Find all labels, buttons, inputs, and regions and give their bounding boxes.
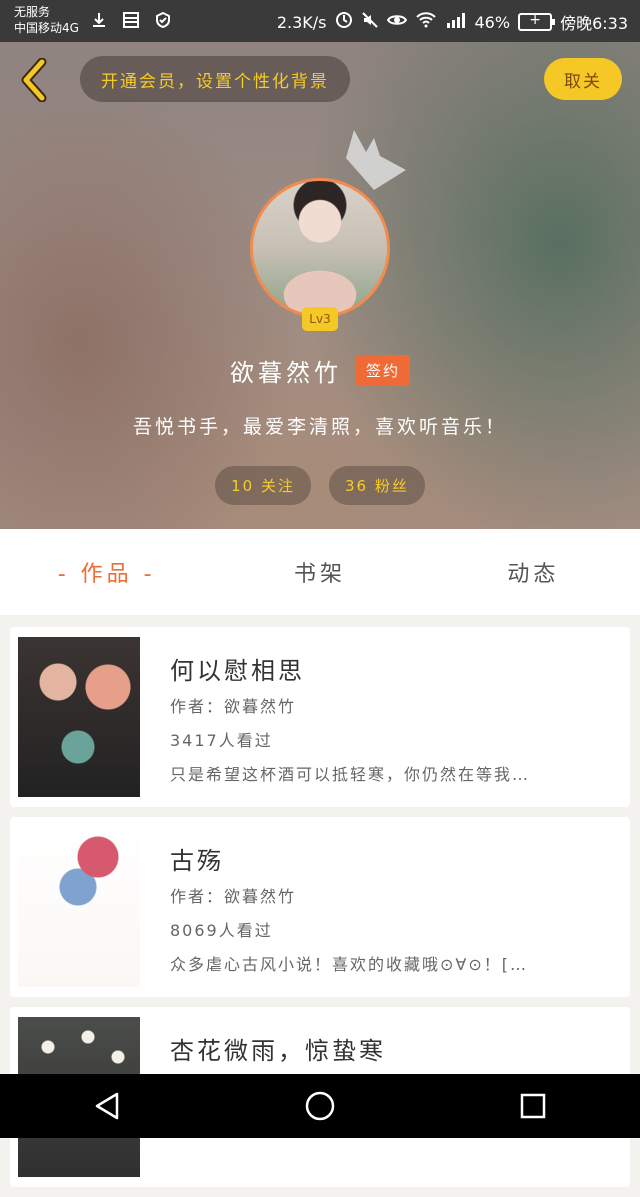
data-saver-icon — [335, 11, 353, 33]
book-cover — [18, 637, 140, 797]
system-nav-bar — [0, 1074, 640, 1138]
chevron-left-icon — [21, 57, 47, 103]
storage-icon — [120, 10, 142, 30]
following-count-button[interactable]: 10 关注 — [215, 466, 311, 505]
work-author: 作者：欲暮然竹 — [170, 697, 297, 716]
tab-works[interactable]: - 作品 - — [0, 529, 213, 615]
work-views: 8069人看过 — [170, 921, 273, 940]
eye-icon — [386, 11, 407, 33]
user-bio: 吾悦书手，最爱李清照，喜欢听音乐！ — [132, 416, 507, 438]
work-views: 3417人看过 — [170, 731, 273, 750]
back-nav-button[interactable] — [87, 1086, 127, 1126]
tab-bookshelf[interactable]: 书架 — [213, 529, 426, 615]
work-title: 何以慰相思 — [170, 657, 305, 685]
mute-icon — [361, 11, 379, 33]
battery-icon: + — [518, 12, 556, 31]
status-bar: 无服务 中国移动4G 2.3K/s 46% + 傍晚6:33 — [0, 0, 640, 42]
profile-header: 开通会员，设置个性化背景 取关 Lv3 欲暮然竹 签约 吾悦书手，最爱李清照，喜… — [0, 42, 640, 529]
wifi-icon — [415, 11, 437, 33]
followers-count-button[interactable]: 36 粉丝 — [329, 466, 425, 505]
work-card[interactable]: 古殇 作者：欲暮然竹 8069人看过 众多虐心古风小说！喜欢的收藏哦⊙∀⊙！[… — [10, 817, 630, 997]
circle-home-icon — [305, 1091, 335, 1121]
triangle-back-icon — [95, 1092, 118, 1120]
vip-banner-button[interactable]: 开通会员，设置个性化背景 — [80, 56, 350, 102]
shield-check-icon — [152, 10, 174, 30]
username: 欲暮然竹 — [229, 358, 342, 387]
download-icon — [88, 10, 110, 30]
profile-tabs: - 作品 - 书架 动态 — [0, 529, 640, 615]
clock: 傍晚6:33 — [560, 14, 628, 33]
network-speed: 2.3K/s — [276, 12, 327, 32]
recents-nav-button[interactable] — [513, 1086, 553, 1126]
carrier-info: 无服务 中国移动4G — [14, 4, 79, 36]
work-description: 只是希望这杯酒可以抵轻寒，你仍然在等我… — [170, 765, 531, 784]
avatar[interactable] — [250, 178, 390, 318]
work-description: 众多虐心古风小说！喜欢的收藏哦⊙∀⊙！[… — [170, 955, 529, 974]
book-cover — [18, 827, 140, 987]
work-author: 作者：欲暮然竹 — [170, 887, 297, 906]
level-badge: Lv3 — [302, 307, 338, 331]
home-nav-button[interactable] — [300, 1086, 340, 1126]
unfollow-button[interactable]: 取关 — [544, 58, 622, 100]
tab-activity[interactable]: 动态 — [427, 529, 640, 615]
carrier-line1: 无服务 — [14, 5, 51, 19]
work-title: 杏花微雨，惊蛰寒 — [170, 1037, 386, 1065]
carrier-line2: 中国移动4G — [14, 21, 79, 35]
signal-icon — [445, 11, 467, 33]
work-card[interactable]: 何以慰相思 作者：欲暮然竹 3417人看过 只是希望这杯酒可以抵轻寒，你仍然在等… — [10, 627, 630, 807]
work-title: 古殇 — [170, 847, 224, 875]
back-button[interactable] — [16, 57, 52, 103]
battery-percent: 46% — [474, 12, 511, 32]
signed-badge: 签约 — [355, 354, 410, 386]
square-recents-icon — [521, 1093, 546, 1119]
